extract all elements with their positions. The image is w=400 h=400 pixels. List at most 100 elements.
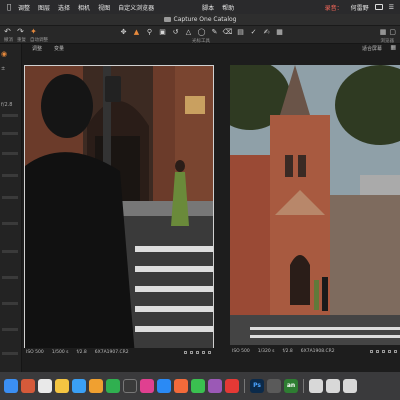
caption-rating[interactable] [370,349,400,353]
caption-file: 6X7A1908.CR2 [300,348,335,354]
undo-label: 撤消 [4,38,13,43]
eraser-tool-icon[interactable]: ⌫ [222,28,233,36]
photo-variant-1907[interactable] [24,65,214,355]
panel-row-aperture: f/2.8 [1,102,13,108]
slider-track[interactable] [2,302,18,305]
rotate-tool-icon[interactable]: ↺ [170,28,181,36]
image-viewer[interactable]: 调整 变量 适合屏幕 ▦ ISO 500 1/500 s f/2.8 6X7A1… [22,44,400,372]
downloads-icon[interactable] [343,379,357,393]
menu-layers[interactable]: 图层 [34,3,54,12]
apple-menu-icon[interactable]:  [4,3,14,11]
menu-select[interactable]: 选择 [54,3,74,12]
brush-tool-icon[interactable]: ✎ [209,28,220,36]
pan-tool-icon[interactable]: ✥ [118,28,129,36]
undo-icon[interactable]: ↶ [2,27,13,36]
caption-rating[interactable] [184,350,214,354]
pages-icon[interactable] [89,379,103,393]
menu-custom-browser[interactable]: 自定义浏览器 [114,3,158,12]
battery-icon[interactable] [374,4,383,10]
caption-aperture: f/2.8 [76,349,87,355]
zoom-fit-label[interactable]: 适合屏幕 [362,45,382,52]
menu-camera[interactable]: 相机 [74,3,94,12]
macos-dock: Ps an [0,372,400,400]
zoom-tool-icon[interactable]: ⚲ [144,28,155,36]
viewer-grid-icon[interactable]: ▦ [390,44,396,51]
spot-tool-icon[interactable]: ◯ [196,28,207,36]
viewer-header: 调整 变量 适合屏幕 ▦ [22,44,400,53]
camera-tab-icon[interactable]: ◉ [1,50,13,58]
slider-track[interactable] [2,352,18,355]
auto-adjust-label: 自动调整 [30,38,48,43]
caption-aperture: f/2.8 [282,348,293,354]
select-tool-icon[interactable]: ▲ [131,28,142,36]
macos-menubar:  调整 图层 选择 相机 视图 自定义浏览器 脚本 帮助 录音： 何雷野 ☰ [0,0,400,14]
viewer-variant-label: 变量 [54,46,65,52]
redo-label: 重复 [17,38,26,43]
an-app-icon[interactable]: an [284,379,298,393]
window-titlebar: Capture One Catalog [0,14,400,26]
menu-help[interactable]: 帮助 [218,3,238,12]
slider-track[interactable] [2,196,18,199]
control-center-icon[interactable]: ☰ [387,4,396,11]
keyboard-app-icon[interactable] [309,379,323,393]
caption-iso: ISO 500 [232,348,250,354]
browser-icon[interactable]: ▦ [380,28,387,36]
photo-1907-image [25,66,213,354]
menu-adjust[interactable]: 调整 [14,3,34,12]
cursor-tools: ✥ ▲ ⚲ ▣ ↺ △ ◯ ✎ ⌫ ▤ ✓ ✍ ▦ [118,28,285,36]
stickies-icon[interactable] [55,379,69,393]
menu-view[interactable]: 视图 [94,3,114,12]
capture-one-icon[interactable] [267,379,281,393]
safari-icon[interactable] [72,379,86,393]
viewer-adjust-label: 调整 [32,46,43,52]
photoshop-icon[interactable]: Ps [250,379,264,393]
photo-1907-caption: ISO 500 1/500 s f/2.8 6X7A1907.CR2 [24,348,214,356]
caption-shutter: 1/320 s [257,348,275,354]
wechat-icon[interactable] [191,379,205,393]
photo-1908-caption: ISO 500 1/320 s f/2.8 6X7A1908.CR2 [230,347,400,355]
netease-music-icon[interactable] [225,379,239,393]
grid-tool-icon[interactable]: ▦ [274,28,285,36]
caption-shutter: 1/500 s [51,349,69,355]
redo-icon[interactable]: ↷ [15,27,26,36]
dock-separator [303,379,304,393]
recording-label: 录音： [324,4,343,12]
photo-1908-image [230,65,400,345]
user-name[interactable]: 何雷野 [349,3,371,12]
capture-one-icon [163,17,171,22]
finder-icon[interactable] [4,379,18,393]
panel-row: ± [1,66,6,72]
settings-icon[interactable] [123,379,137,393]
slider-track[interactable] [2,174,18,177]
menubar-status-area: 录音： 何雷野 ☰ [323,3,396,12]
gradient-tool-icon[interactable]: ▤ [235,28,246,36]
slider-track[interactable] [2,114,18,117]
dock-separator [244,379,245,393]
messages-icon[interactable] [106,379,120,393]
caption-iso: ISO 500 [26,349,44,355]
picker-tool-icon[interactable]: ✓ [248,28,259,36]
qq-icon[interactable] [208,379,222,393]
slider-track[interactable] [2,132,18,135]
photo-variant-1908[interactable] [230,65,400,345]
slider-track[interactable] [2,250,18,253]
viewer-icon[interactable]: ▢ [389,28,396,36]
notes-icon[interactable] [38,379,52,393]
slider-track[interactable] [2,276,18,279]
caption-file: 6X7A1907.CR2 [94,349,129,355]
annotate-tool-icon[interactable]: ✍ [261,28,272,36]
photos-icon[interactable] [140,379,154,393]
appstore-icon[interactable] [157,379,171,393]
document-icon[interactable] [326,379,340,393]
slider-track[interactable] [2,152,18,155]
menu-scripts[interactable]: 脚本 [198,3,218,12]
slider-track[interactable] [2,328,18,331]
window-title: Capture One Catalog [173,16,237,23]
crop-tool-icon[interactable]: ▣ [157,28,168,36]
keystone-tool-icon[interactable]: △ [183,28,194,36]
launchpad-icon[interactable] [21,379,35,393]
auto-adjust-icon[interactable]: ✦ [28,27,39,36]
capture-one-screen:  调整 图层 选择 相机 视图 自定义浏览器 脚本 帮助 录音： 何雷野 ☰ … [0,0,400,400]
slider-track[interactable] [2,222,18,225]
music-icon[interactable] [174,379,188,393]
